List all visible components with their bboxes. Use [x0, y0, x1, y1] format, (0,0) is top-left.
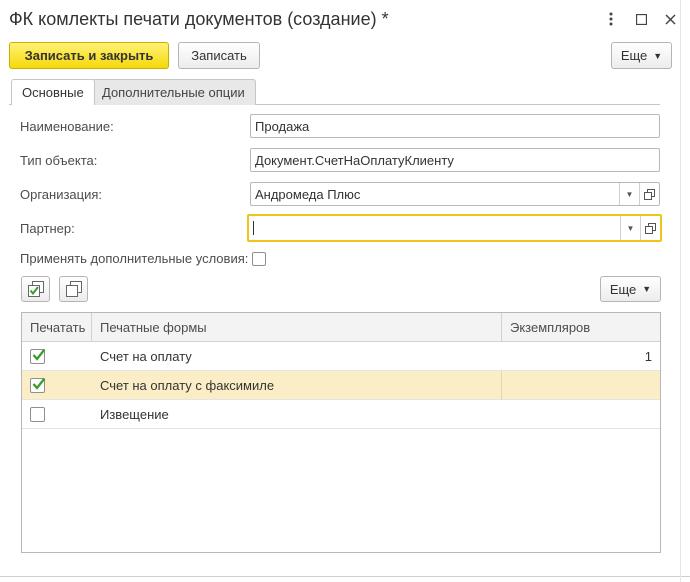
- form-name-cell: Извещение: [100, 406, 169, 422]
- table-header: Печатать Печатные формы Экземпляров: [22, 313, 660, 342]
- print-checkbox-cell[interactable]: [30, 342, 46, 370]
- uncheck-all-icon: [65, 281, 82, 297]
- chevron-down-icon: ▼: [642, 284, 652, 294]
- form-name-cell: Счет на оплату с факсимиле: [100, 377, 275, 393]
- table-row[interactable]: Извещение: [22, 400, 660, 429]
- name-field[interactable]: Продажа: [250, 114, 660, 138]
- uncheck-all-button[interactable]: [59, 276, 88, 302]
- window-bottom-border: [0, 576, 690, 577]
- form-name-cell: Счет на оплату: [100, 348, 192, 364]
- table-more-label: Еще: [609, 281, 637, 297]
- print-forms-table[interactable]: Печатать Печатные формы Экземпляров Счет…: [21, 312, 661, 553]
- close-icon[interactable]: [661, 10, 679, 28]
- organization-label: Организация:: [20, 187, 103, 202]
- organization-field[interactable]: Андромеда Плюс ▼: [250, 182, 660, 206]
- object-type-label: Тип объекта:: [20, 153, 98, 168]
- partner-value: [253, 221, 620, 235]
- extra-conditions-label: Применять дополнительные условия:: [20, 251, 249, 266]
- checkmark-icon: [32, 348, 46, 361]
- name-label: Наименование:: [20, 119, 114, 134]
- checkbox-unchecked[interactable]: [30, 406, 45, 422]
- more-button-label: Еще: [620, 48, 648, 63]
- extra-conditions-checkbox[interactable]: [252, 252, 266, 266]
- text-caret: [253, 221, 254, 235]
- maximize-icon[interactable]: [632, 10, 650, 28]
- partner-field[interactable]: ▼: [247, 214, 662, 242]
- copies-cell[interactable]: 1: [645, 342, 652, 370]
- column-header-forms[interactable]: Печатные формы: [92, 313, 502, 342]
- object-type-field[interactable]: Документ.СчетНаОплатуКлиенту: [250, 148, 660, 172]
- partner-label: Партнер:: [20, 221, 75, 236]
- save-and-close-button[interactable]: Записать и закрыть: [9, 42, 169, 69]
- checkbox-checked[interactable]: [30, 377, 46, 393]
- window-right-border: [680, 0, 681, 582]
- organization-value: Андромеда Плюс: [255, 186, 361, 202]
- object-type-value: Документ.СчетНаОплатуКлиенту: [255, 152, 454, 168]
- column-divider: [501, 371, 502, 400]
- check-all-button[interactable]: [21, 276, 50, 302]
- tab-additional-options[interactable]: Дополнительные опции: [91, 79, 256, 105]
- tab-main[interactable]: Основные: [11, 79, 95, 105]
- more-actions-icon[interactable]: [602, 10, 620, 28]
- dropdown-icon[interactable]: ▼: [619, 183, 639, 205]
- checkmark-icon: [32, 377, 46, 390]
- table-row[interactable]: Счет на оплату с факсимиле: [22, 371, 660, 400]
- open-icon[interactable]: [639, 183, 659, 205]
- check-all-icon: [27, 281, 44, 297]
- column-header-copies[interactable]: Экземпляров: [502, 313, 660, 342]
- window-title: ФК комлекты печати документов (создание)…: [9, 9, 389, 29]
- chevron-down-icon: ▼: [653, 50, 663, 61]
- open-icon[interactable]: [640, 216, 660, 240]
- column-header-print[interactable]: Печатать: [22, 313, 92, 342]
- print-checkbox-cell[interactable]: [30, 371, 46, 399]
- table-row[interactable]: Счет на оплату 1: [22, 342, 660, 371]
- print-checkbox-cell[interactable]: [30, 400, 46, 428]
- table-more-button[interactable]: Еще ▼: [600, 276, 661, 302]
- more-button[interactable]: Еще ▼: [611, 42, 672, 69]
- dropdown-icon[interactable]: ▼: [620, 216, 640, 240]
- name-value: Продажа: [255, 118, 310, 134]
- save-button[interactable]: Записать: [178, 42, 260, 69]
- checkbox-checked[interactable]: [30, 348, 46, 364]
